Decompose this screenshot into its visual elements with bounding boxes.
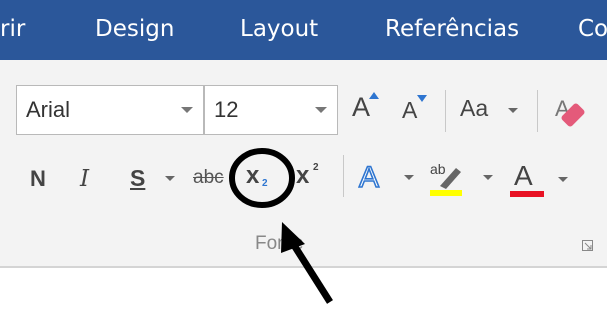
highlight-circle <box>229 148 295 208</box>
annotation-overlay <box>229 148 333 304</box>
arrow-head-icon <box>281 222 305 253</box>
annotation-arrow <box>289 240 333 304</box>
